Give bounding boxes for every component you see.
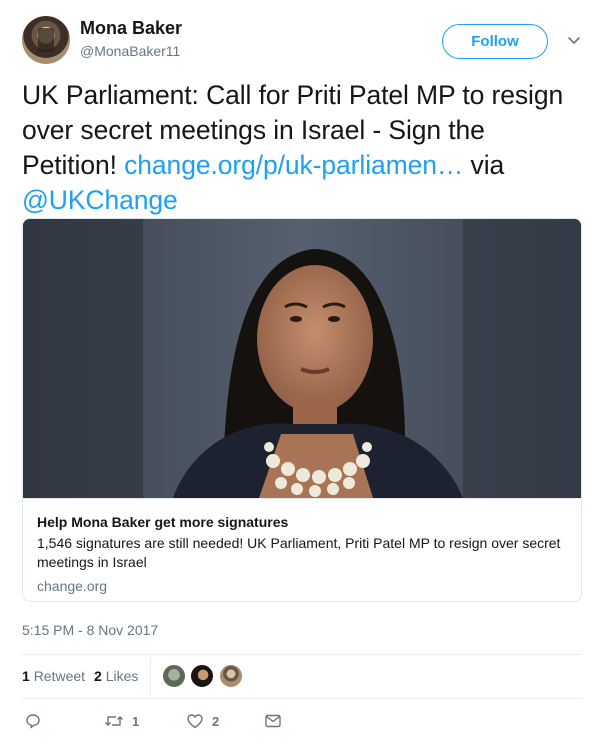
- follow-button[interactable]: Follow: [442, 24, 548, 59]
- engagement-stats: 1 Retweet 2 Likes: [22, 658, 582, 696]
- tweet-timestamp[interactable]: 5:15 PM - 8 Nov 2017: [22, 622, 158, 638]
- reply-button[interactable]: [24, 712, 42, 730]
- mail-icon: [265, 714, 281, 728]
- avatar[interactable]: [22, 16, 70, 64]
- retweet-stat-label: Retweet: [33, 668, 86, 684]
- chevron-down-icon[interactable]: [564, 30, 584, 50]
- divider: [22, 698, 582, 699]
- card-description: 1,546 signatures are still needed! UK Pa…: [37, 535, 561, 570]
- mention-link[interactable]: @UKChange: [22, 185, 178, 215]
- divider: [22, 654, 582, 655]
- liker-avatar[interactable]: [190, 664, 214, 688]
- link-card[interactable]: Help Mona Baker get more signatures 1,54…: [22, 218, 582, 602]
- retweet-stat-count: 1: [22, 668, 30, 684]
- liker-avatar[interactable]: [162, 664, 186, 688]
- card-image[interactable]: [23, 219, 581, 498]
- user-handle[interactable]: @MonaBaker11: [80, 43, 180, 59]
- reply-icon: [26, 714, 40, 729]
- liker-avatar[interactable]: [219, 664, 243, 688]
- retweet-button[interactable]: 1: [104, 712, 139, 730]
- card-body[interactable]: Help Mona Baker get more signatures 1,54…: [23, 498, 581, 601]
- likes-stat[interactable]: 2 Likes: [94, 668, 138, 684]
- heart-icon: [187, 714, 203, 729]
- tweet-header: Mona Baker @MonaBaker11 Follow: [22, 14, 582, 70]
- retweet-stat[interactable]: 1 Retweet: [22, 668, 85, 684]
- card-title[interactable]: Help Mona Baker get more signatures: [37, 513, 567, 531]
- likes-stat-label: Likes: [105, 668, 139, 684]
- tweet-text-via: via: [463, 150, 505, 180]
- direct-message-button[interactable]: [264, 712, 282, 730]
- retweet-icon: [105, 716, 123, 726]
- likes-stat-count: 2: [94, 668, 102, 684]
- tweet-text: UK Parliament: Call for Priti Patel MP t…: [22, 78, 582, 218]
- retweet-count: 1: [132, 713, 140, 729]
- like-count: 2: [212, 713, 220, 729]
- card-domain: change.org: [37, 578, 108, 594]
- user-name[interactable]: Mona Baker: [80, 18, 182, 39]
- stats-separator: [150, 658, 151, 696]
- like-button[interactable]: 2: [186, 712, 219, 730]
- tweet-actions: 1 2: [22, 710, 582, 740]
- tweet-link[interactable]: change.org/p/uk-parliamen…: [124, 150, 463, 180]
